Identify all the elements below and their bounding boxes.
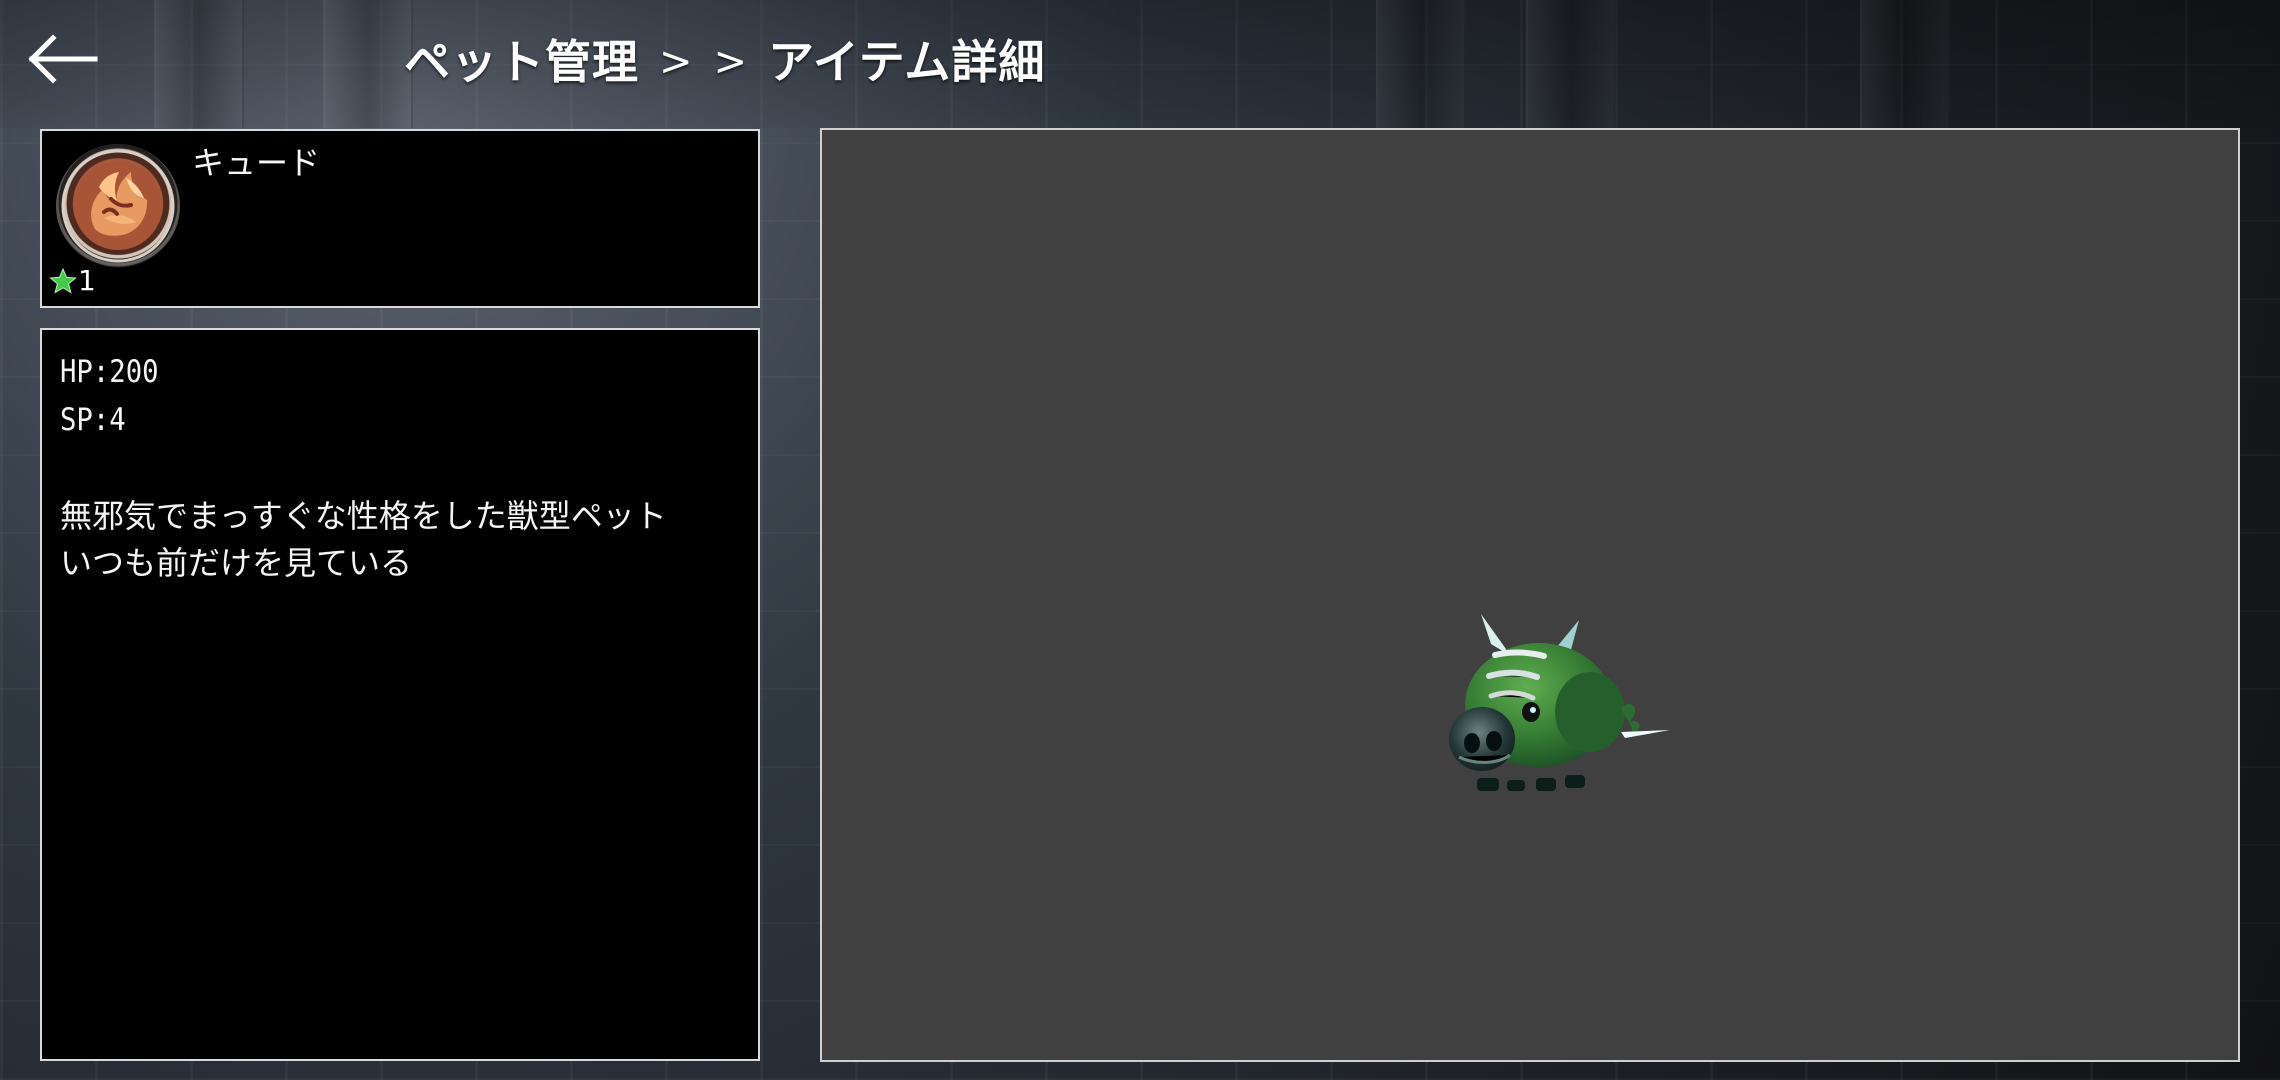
background-pillar (1376, 0, 1466, 128)
background-pillar (1526, 0, 1616, 128)
breadcrumb-separator: > (659, 39, 694, 85)
pet-name: キュード (192, 144, 321, 182)
back-arrow-icon (28, 34, 98, 84)
breadcrumb-item-detail: アイテム詳細 (768, 35, 1046, 89)
sp-stat: SP:4 (60, 402, 126, 438)
pet-description: 無邪気でまっすぐな性格をした獣型ペット いつも前だけを見ている (60, 497, 667, 582)
background-pillar (1860, 0, 1950, 128)
breadcrumb: ペット管理 > > アイテム詳細 (404, 28, 1045, 90)
pet-description-panel: HP:200 SP:4 無邪気でまっすぐな性格をした獣型ペット いつも前だけを見… (40, 328, 760, 1061)
green-boar-pet-model[interactable] (1445, 614, 1685, 806)
breadcrumb-pet-management[interactable]: ペット管理 (404, 26, 639, 92)
pet-model-viewer[interactable] (820, 128, 2240, 1062)
rarity-badge: 1 (49, 267, 96, 295)
star-icon (49, 267, 77, 294)
background-pillar (154, 0, 244, 128)
back-button[interactable] (22, 28, 104, 90)
background-pillar (323, 0, 413, 128)
breadcrumb-separator: > (713, 39, 749, 85)
hp-stat: HP:200 (60, 354, 159, 390)
fox-medallion-icon (56, 144, 180, 268)
rarity-value: 1 (78, 264, 96, 297)
pet-summary-card: キュード 1 (40, 129, 760, 308)
